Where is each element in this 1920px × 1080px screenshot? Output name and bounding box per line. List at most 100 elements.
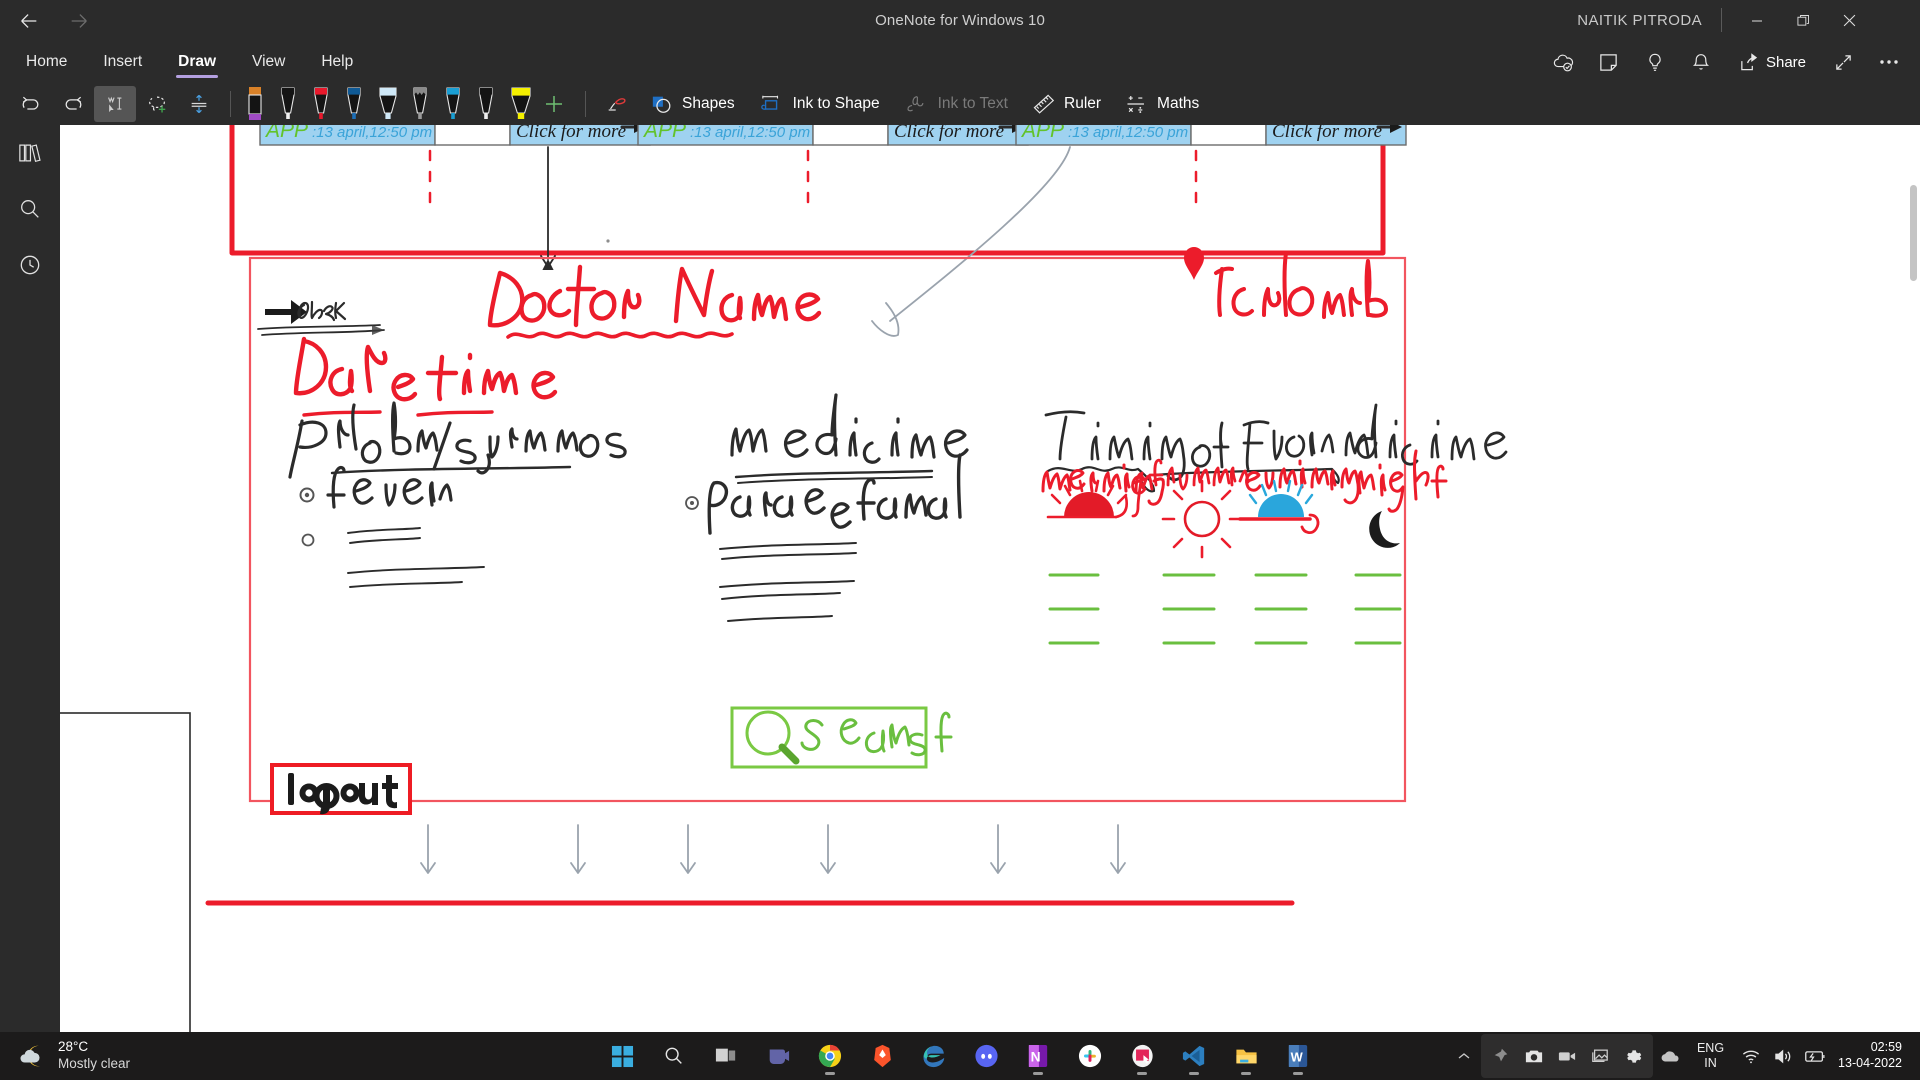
- highlighter-yellow[interactable]: [505, 83, 533, 125]
- running-indicator: [825, 1072, 835, 1075]
- running-indicator: [1033, 1072, 1043, 1075]
- expand-icon[interactable]: [1822, 45, 1864, 79]
- pencil-grey[interactable]: [406, 83, 434, 125]
- clock-time: 02:59: [1870, 1040, 1902, 1055]
- datetime-ink: [293, 336, 558, 402]
- fever-item-ink: [299, 465, 453, 509]
- gallery-icon[interactable]: [1585, 1037, 1615, 1075]
- discord-icon[interactable]: [966, 1036, 1006, 1076]
- taskbar-apps: N W: [602, 1032, 1318, 1080]
- pin-icon[interactable]: [1486, 1037, 1516, 1075]
- ellipsis-icon[interactable]: [1868, 45, 1910, 79]
- ruler-button[interactable]: Ruler: [1020, 86, 1113, 122]
- left-rail: [0, 125, 60, 1032]
- note-canvas[interactable]: .hs { fill:none; stroke-linecap:round; s…: [60, 125, 1920, 1032]
- vscode-icon[interactable]: [1174, 1036, 1214, 1076]
- doctor-name-ink: [487, 264, 822, 328]
- pen-blue[interactable]: [340, 83, 368, 125]
- start-button[interactable]: [602, 1036, 642, 1076]
- snip-sketch-icon[interactable]: [1122, 1036, 1162, 1076]
- weather-temperature: 28°C: [58, 1039, 89, 1055]
- weather-widget[interactable]: 28°C Mostly clear: [18, 1032, 130, 1080]
- svg-text:Click for more: Click for more: [1272, 125, 1382, 142]
- camera-icon[interactable]: [1519, 1037, 1549, 1075]
- task-view-icon[interactable]: [706, 1036, 746, 1076]
- clock-date: 13-04-2022: [1838, 1056, 1902, 1070]
- clock[interactable]: 02:59 13-04-2022: [1832, 1040, 1912, 1071]
- appointment-cards: APP :13 april,12:50 pm Click for more AP…: [259, 125, 1407, 146]
- share-icon: [1741, 52, 1758, 70]
- tab-help[interactable]: Help: [303, 41, 371, 83]
- handwritten-ink-drawing: .hs { fill:none; stroke-linecap:round; s…: [60, 125, 1508, 1032]
- restore-icon[interactable]: [1780, 0, 1826, 41]
- add-pen-icon[interactable]: [533, 86, 575, 122]
- second-bullet: [301, 533, 315, 547]
- problem-symptoms-heading-ink: [288, 401, 627, 479]
- ink-to-shape-button[interactable]: Ink to Shape: [747, 86, 892, 122]
- edge-icon[interactable]: [914, 1036, 954, 1076]
- tab-draw[interactable]: Draw: [160, 41, 234, 83]
- night-cloud-icon: [20, 1045, 40, 1067]
- tab-view[interactable]: View: [234, 41, 303, 83]
- close-icon[interactable]: [1826, 0, 1872, 41]
- pen-lightblue-thick[interactable]: [373, 83, 401, 125]
- pen-black-2[interactable]: [472, 83, 500, 125]
- battery-charging-icon[interactable]: [1800, 1037, 1830, 1075]
- ink-select-icon[interactable]: [94, 86, 136, 122]
- location-ink: [1184, 247, 1388, 319]
- share-button[interactable]: Share: [1726, 45, 1818, 79]
- onedrive-icon[interactable]: [1655, 1037, 1685, 1075]
- chrome-icon[interactable]: [810, 1036, 850, 1076]
- night-label-ink: [1357, 449, 1448, 548]
- medicine-heading-ink: [730, 393, 969, 464]
- search-taskbar-icon[interactable]: [654, 1036, 694, 1076]
- brave-icon[interactable]: [862, 1036, 902, 1076]
- teams-icon[interactable]: [758, 1036, 798, 1076]
- search-icon[interactable]: [0, 181, 60, 237]
- pen-black[interactable]: [274, 83, 302, 125]
- minimize-icon[interactable]: [1734, 0, 1780, 41]
- maths-button[interactable]: Maths: [1113, 86, 1211, 122]
- svg-text::13 april,12:50 pm: :13 april,12:50 pm: [1068, 125, 1188, 141]
- svg-text:N: N: [1031, 1050, 1041, 1065]
- ink-to-text-button[interactable]: Ink to Text: [892, 86, 1020, 122]
- insert-space-icon[interactable]: [178, 86, 220, 122]
- system-tray: ENG IN 02:59 13-04-2022: [1449, 1032, 1912, 1080]
- pen-cyan[interactable]: [439, 83, 467, 125]
- scrollbar-thumb[interactable]: [1910, 185, 1917, 281]
- recent-clock-icon[interactable]: [0, 237, 60, 293]
- wifi-icon[interactable]: [1736, 1037, 1766, 1075]
- notebooks-icon[interactable]: [0, 125, 60, 181]
- redo-icon[interactable]: [52, 86, 94, 122]
- file-explorer-icon[interactable]: [1226, 1036, 1266, 1076]
- tab-insert[interactable]: Insert: [85, 41, 160, 83]
- lightbulb-icon[interactable]: [1634, 45, 1676, 79]
- settings-gear-icon[interactable]: [1618, 1037, 1648, 1075]
- language-indicator[interactable]: ENG IN: [1687, 1041, 1734, 1071]
- capture-toolbar: [1480, 1034, 1653, 1078]
- shapes-button[interactable]: Shapes: [638, 86, 747, 122]
- title-bar: OneNote for Windows 10 NAITIK PITRODA: [0, 0, 1920, 41]
- video-icon[interactable]: [1552, 1037, 1582, 1075]
- shapes-icon: [652, 96, 671, 113]
- onenote-icon[interactable]: N: [1018, 1036, 1058, 1076]
- running-indicator: [1293, 1072, 1303, 1075]
- canvas-scrollbar[interactable]: [1906, 125, 1920, 1032]
- volume-icon[interactable]: [1768, 1037, 1798, 1075]
- pen-orange[interactable]: [241, 83, 269, 125]
- cloud-sync-icon[interactable]: [1542, 45, 1584, 79]
- pen-red[interactable]: [307, 83, 335, 125]
- svg-text::13 april,12:50 pm: :13 april,12:50 pm: [690, 125, 810, 141]
- undo-icon[interactable]: [10, 86, 52, 122]
- sticky-note-icon[interactable]: [1588, 45, 1630, 79]
- word-icon[interactable]: W: [1278, 1036, 1318, 1076]
- ribbon-tabs-bar: Home Insert Draw View Help Share: [0, 41, 1920, 83]
- tab-home[interactable]: Home: [8, 41, 85, 83]
- onenote-window: OneNote for Windows 10 NAITIK PITRODA Ho…: [0, 0, 1920, 1080]
- lasso-select-icon[interactable]: [136, 86, 178, 122]
- bell-icon[interactable]: [1680, 45, 1722, 79]
- chevron-up-icon[interactable]: [1449, 1037, 1479, 1075]
- eraser-icon[interactable]: [596, 86, 638, 122]
- account-name[interactable]: NAITIK PITRODA: [1577, 0, 1702, 41]
- slack-icon[interactable]: [1070, 1036, 1110, 1076]
